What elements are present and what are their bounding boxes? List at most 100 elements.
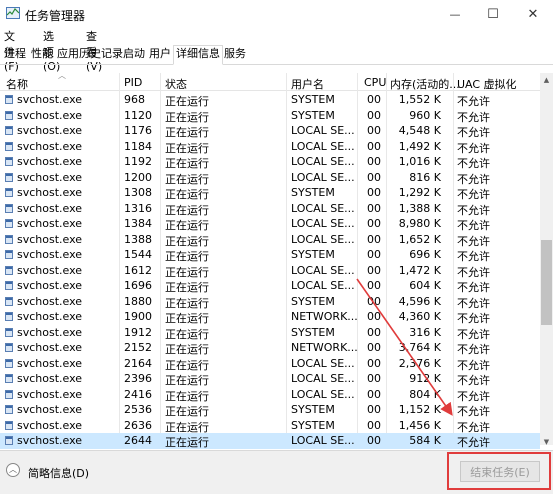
cpu-cell: 00 <box>367 310 381 323</box>
pid-cell: 2152 <box>124 341 152 354</box>
table-row[interactable]: svchost.exe 1612 正在运行 LOCAL SE... 00 1,472 K不… <box>0 263 540 279</box>
table-row[interactable]: svchost.exe 2636 正在运行 SYSTEM 00 1,456 K 不允许 <box>0 418 540 434</box>
maximize-button[interactable]: ☐ <box>475 0 511 28</box>
username-cell: SYSTEM <box>291 108 335 122</box>
process-icon <box>5 374 13 383</box>
table-row[interactable]: svchost.exe 2416 正在运行 LOCAL SE... 00 804 K 不允许 <box>0 387 540 403</box>
table-row[interactable]: svchost.exe 1912 正在运行 SYSTEM 00 316 K 不允许 <box>0 325 540 341</box>
process-icon <box>5 141 13 151</box>
table-row[interactable]: svchost.exe 2396 正在运行 LOCAL SE... 00 912 K 不允许 <box>0 371 540 387</box>
pid-cell: 1200 <box>124 170 152 184</box>
process-icon <box>5 157 13 166</box>
memory-cell: 1,388 K <box>398 201 441 215</box>
maximize-icon: ☐ <box>487 6 499 22</box>
table-row[interactable]: svchost.exe 1316 正在运行 LOCAL SE... 00 1,388 K不… <box>0 201 540 217</box>
table-row[interactable]: svchost.exe 1176 正在运行 LOCAL SE... 00 4,548 K不… <box>0 123 540 139</box>
scroll-up-arrow-icon[interactable]: ▲ <box>540 74 553 87</box>
pid-cell: 1880 <box>124 294 152 308</box>
cpu-cell: 00 <box>367 403 381 416</box>
table-row[interactable]: svchost.exe 2536 正在运行 SYSTEM 00 1,152 K 不允许 <box>0 402 540 418</box>
tab-app-history[interactable]: 应用历史记录 <box>55 46 125 62</box>
table-row[interactable]: svchost.exe 1200 正在运行 LOCAL SE... 00 816 K 不允许 <box>0 170 540 186</box>
cpu-cell: 00 <box>367 108 381 122</box>
table-row[interactable]: svchost.exe 1192 正在运行 LOCAL SE... 00 1,016 K不… <box>0 154 540 170</box>
process-icon <box>5 203 13 213</box>
end-task-button[interactable]: 结束任务(E) <box>460 461 540 482</box>
cpu-cell: 00 <box>367 387 381 401</box>
cpu-cell: 00 <box>367 186 381 199</box>
scrollbar-thumb[interactable] <box>541 240 552 325</box>
column-header-cpu[interactable]: CPU <box>364 76 386 89</box>
cpu-cell: 00 <box>367 201 381 215</box>
sort-ascending-icon: ︿ <box>58 71 66 80</box>
tab-performance[interactable]: 性能 <box>29 46 55 62</box>
memory-cell: 1,472 K <box>398 263 441 277</box>
username-cell: LOCAL SE... <box>291 372 355 385</box>
table-row[interactable]: svchost.exe 1120 正在运行 SYSTEM 00 960 K 不允许 <box>0 108 540 124</box>
process-name-cell: svchost.exe <box>17 139 83 153</box>
table-row[interactable]: svchost.exe 2152 正在运行 NETWORK... 00 3,764 K 不允… <box>0 340 540 356</box>
process-icon <box>5 436 13 445</box>
memory-cell: 1,456 K <box>398 418 441 432</box>
tab-services[interactable]: 服务 <box>222 46 248 62</box>
process-name-cell: svchost.exe <box>17 310 83 323</box>
tab-startup[interactable]: 启动 <box>121 46 147 62</box>
pid-cell: 1184 <box>124 139 152 153</box>
tab-users[interactable]: 用户 <box>147 46 173 62</box>
tab-details[interactable]: 详细信息 <box>173 45 223 65</box>
process-name-cell: svchost.exe <box>17 217 83 230</box>
username-cell: SYSTEM <box>291 186 335 199</box>
brief-details-link[interactable]: 简略信息(D) <box>28 465 89 481</box>
memory-cell: 3,764 K <box>398 341 441 354</box>
username-cell: LOCAL SE... <box>291 124 355 137</box>
cpu-cell: 00 <box>367 325 381 339</box>
column-header-uac[interactable]: UAC 虚拟化 <box>457 76 517 92</box>
username-cell: SYSTEM <box>291 93 335 106</box>
column-header-username[interactable]: 用户名 <box>291 76 324 92</box>
close-button[interactable]: ✕ <box>515 0 551 28</box>
pid-cell: 1900 <box>124 310 152 323</box>
process-icon <box>5 389 13 399</box>
table-row[interactable]: svchost.exe 2164 正在运行 LOCAL SE... 00 2,376 K不… <box>0 356 540 372</box>
chevron-up-icon[interactable]: ︿ <box>6 463 20 477</box>
table-row[interactable]: svchost.exe 1544 正在运行 SYSTEM 00 696 K 不允许 <box>0 247 540 263</box>
process-name-cell: svchost.exe <box>17 356 83 370</box>
table-row[interactable]: svchost.exe 968 正在运行 SYSTEM 00 1,552 K 不允许 <box>0 92 540 108</box>
minimize-button[interactable]: — <box>437 0 473 28</box>
cpu-cell: 00 <box>367 341 381 354</box>
table-row[interactable]: svchost.exe 1388 正在运行 LOCAL SE... 00 1,652 K不… <box>0 232 540 248</box>
column-header-memory[interactable]: 内存(活动的... <box>390 76 460 92</box>
tab-processes[interactable]: 进程 <box>2 46 28 62</box>
memory-cell: 804 K <box>409 387 441 401</box>
table-row[interactable]: svchost.exe 1384 正在运行 LOCAL SE... 00 8,980 K不… <box>0 216 540 232</box>
cpu-cell: 00 <box>367 356 381 370</box>
scroll-down-arrow-icon[interactable]: ▼ <box>540 436 553 449</box>
table-row[interactable]: svchost.exe 1308 正在运行 SYSTEM 00 1,292 K 不允许 <box>0 185 540 201</box>
table-row[interactable]: svchost.exe 2644 正在运行 LOCAL SE... 00 584 K 不允许 <box>0 433 540 449</box>
cpu-cell: 00 <box>367 232 381 246</box>
column-header-pid[interactable]: PID <box>124 76 142 89</box>
cpu-cell: 00 <box>367 263 381 277</box>
process-name-cell: svchost.exe <box>17 93 83 106</box>
cpu-cell: 00 <box>367 248 381 261</box>
username-cell: LOCAL SE... <box>291 263 355 277</box>
memory-cell: 316 K <box>409 325 441 339</box>
column-header-name[interactable]: 名称 <box>6 76 28 92</box>
close-icon: ✕ <box>527 6 539 22</box>
process-name-cell: svchost.exe <box>17 387 83 401</box>
username-cell: SYSTEM <box>291 294 335 308</box>
memory-cell: 4,596 K <box>398 294 441 308</box>
table-row[interactable]: svchost.exe 1900 正在运行 NETWORK... 00 4,360 K 不允… <box>0 309 540 325</box>
process-icon <box>5 405 13 414</box>
cpu-cell: 00 <box>367 294 381 308</box>
process-icon <box>5 110 13 120</box>
table-row[interactable]: svchost.exe 1880 正在运行 SYSTEM 00 4,596 K 不允许 <box>0 294 540 310</box>
process-icon <box>5 420 13 430</box>
memory-cell: 696 K <box>409 248 441 261</box>
username-cell: SYSTEM <box>291 403 335 416</box>
table-row[interactable]: svchost.exe 1184 正在运行 LOCAL SE... 00 1,492 K不… <box>0 139 540 155</box>
task-manager-icon <box>6 7 20 19</box>
column-header-status[interactable]: 状态 <box>165 76 187 92</box>
table-row[interactable]: svchost.exe 1696 正在运行 LOCAL SE... 00 604 K 不允许 <box>0 278 540 294</box>
username-cell: LOCAL SE... <box>291 279 355 292</box>
